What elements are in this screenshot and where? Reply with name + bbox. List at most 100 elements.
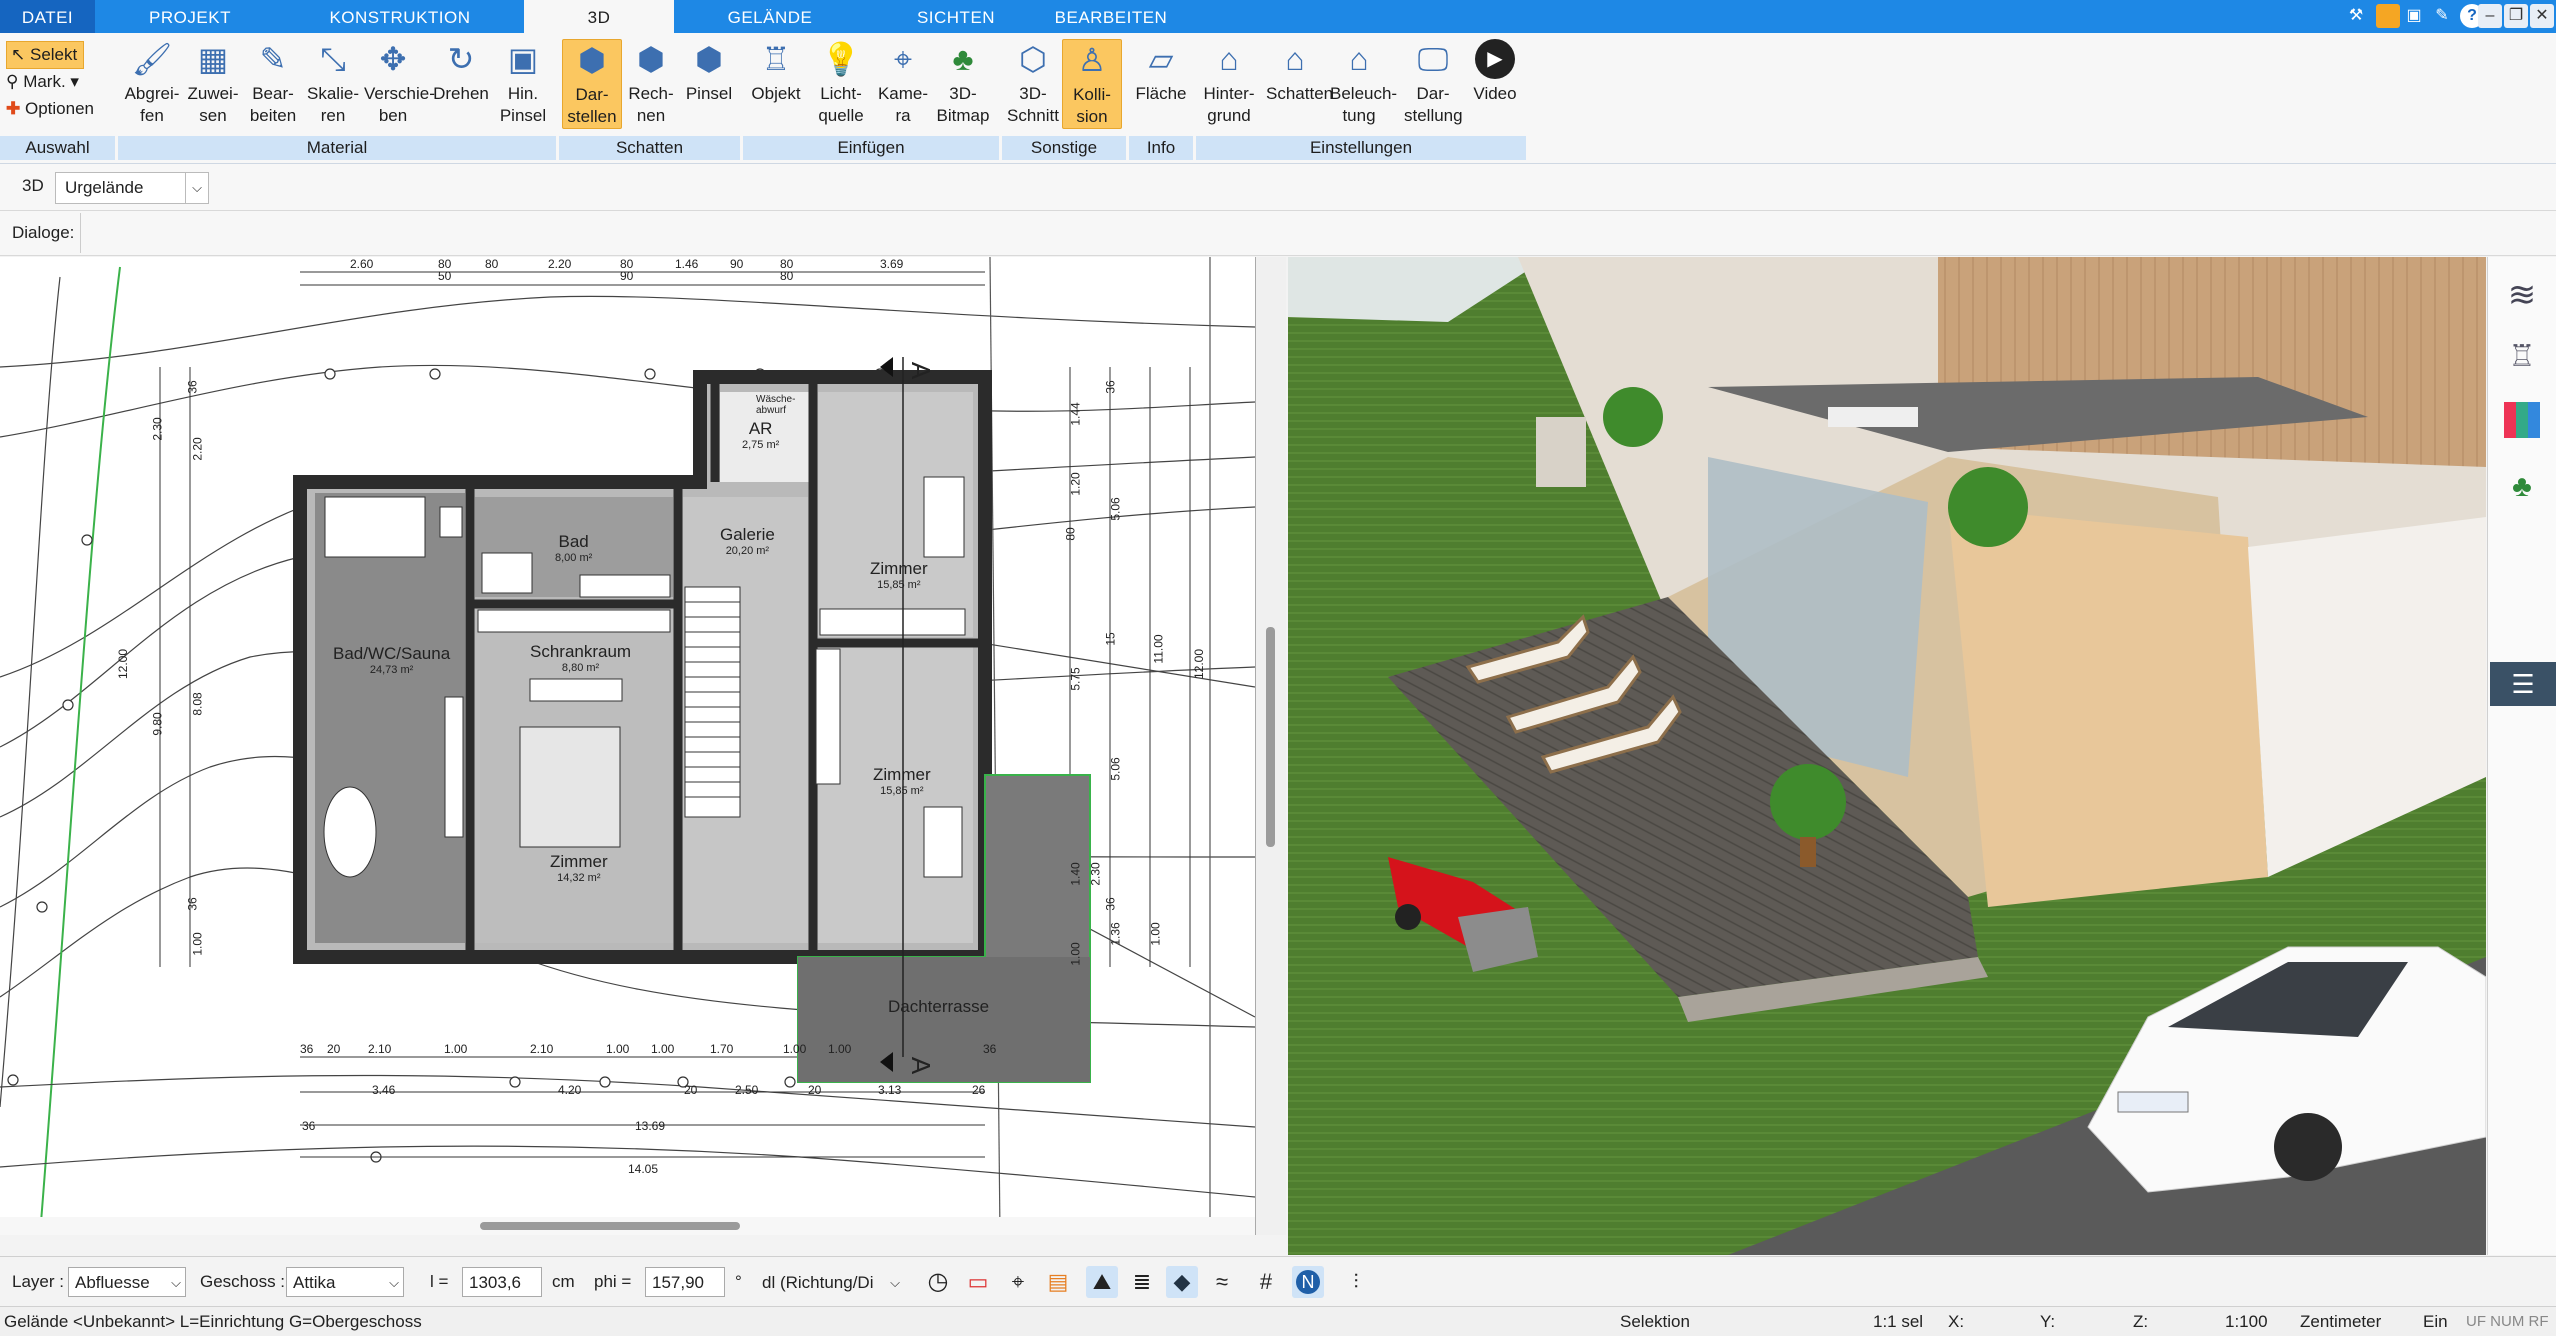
- paint-icon[interactable]: ✎: [2430, 4, 2454, 28]
- dl-select[interactable]: dl (Richtung/Di ⌵: [755, 1267, 905, 1297]
- window-icon[interactable]: ▣: [2402, 4, 2426, 28]
- minimize-icon[interactable]: –: [2478, 4, 2502, 28]
- schatten-pinsel-button[interactable]: ⬢ Pinsel: [680, 39, 738, 105]
- plan-hscroll-thumb[interactable]: [480, 1222, 740, 1230]
- plan-hscrollbar[interactable]: [0, 1217, 1255, 1235]
- person-icon: ♙: [1077, 42, 1107, 78]
- status-y: Y:: [2040, 1312, 2056, 1331]
- dimension-label: 90: [730, 257, 744, 271]
- bearbeiten-button[interactable]: ✎ Bear-beiten: [244, 39, 302, 127]
- layers-icon[interactable]: ≋: [2502, 275, 2542, 315]
- darstellen-button[interactable]: ⬢ Dar-stellen: [562, 39, 622, 129]
- verschieben-button[interactable]: ✥ Verschie-ben: [364, 39, 435, 127]
- room-name: Bad: [558, 532, 589, 551]
- schatten-pinsel-label-1: Pinsel: [685, 84, 733, 103]
- grid-icon[interactable]: #: [1250, 1266, 1282, 1298]
- verschieben-label-1: Verschie-: [364, 84, 435, 103]
- l-label: l =: [430, 1272, 449, 1291]
- screen-icon[interactable]: ▭: [962, 1266, 994, 1298]
- 3d-schnitt-button[interactable]: ⬡ 3D- Schnitt: [1004, 39, 1062, 127]
- status-mode: Selektion: [1620, 1312, 1690, 1331]
- tab-gelaende[interactable]: GELÄNDE: [674, 0, 866, 33]
- geschoss-label: Geschoss :: [200, 1272, 286, 1291]
- plan-vscrollbar[interactable]: [1256, 257, 1286, 1235]
- close-icon[interactable]: ✕: [2530, 4, 2554, 28]
- 3d-bitmap-button[interactable]: ♣ 3D- Bitmap: [934, 39, 992, 127]
- wave-icon[interactable]: ≈: [1206, 1266, 1238, 1298]
- hintergrund-label-1: Hinter-: [1203, 84, 1255, 103]
- info-icon[interactable]: ⫶: [1340, 1266, 1372, 1298]
- video-button[interactable]: ▶ Video: [1466, 39, 1524, 105]
- abgreifen-button[interactable]: 🖌 Abgrei-fen: [123, 39, 181, 127]
- layer-stack-icon[interactable]: ▤: [1042, 1266, 1074, 1298]
- room-label[interactable]: Zimmer 15,85 m²: [870, 559, 928, 591]
- kollision-button[interactable]: ♙ Kolli-sion: [1062, 39, 1122, 129]
- beleuchtung-button[interactable]: ⌂ Beleuch-tung: [1330, 39, 1397, 127]
- layer-select[interactable]: Abfluesse ⌵: [68, 1267, 186, 1297]
- room-label[interactable]: Galerie 20,20 m²: [720, 525, 775, 557]
- kamera-button[interactable]: ⌖ Kame-ra: [874, 39, 932, 127]
- material-palette-icon[interactable]: [2504, 402, 2540, 438]
- room-label[interactable]: Zimmer 14,32 m²: [550, 852, 608, 884]
- status-ein: Ein: [2423, 1312, 2448, 1331]
- schatten-settings-button[interactable]: ⌂ Schatten: [1266, 39, 1334, 105]
- terrain-icon[interactable]: ⛰: [1086, 1266, 1118, 1298]
- stack-icon[interactable]: ≣: [1126, 1266, 1158, 1298]
- chair-icon: ♖: [761, 41, 791, 77]
- room-label[interactable]: Bad/WC/Sauna 24,73 m²: [333, 644, 450, 676]
- restore-icon[interactable]: ❐: [2504, 4, 2528, 28]
- mark-button[interactable]: ⚲ Mark. ▾: [6, 69, 79, 95]
- calc-cube-icon: ⬢: [637, 41, 665, 77]
- room-label[interactable]: Schrankraum 8,80 m²: [530, 642, 631, 674]
- room-name: Zimmer: [873, 765, 931, 784]
- menu-tab-bar: DATEI PROJEKT KONSTRUKTION 3D GELÄNDE SI…: [0, 0, 2556, 34]
- terrain-select[interactable]: Urgelände ⌵: [55, 172, 209, 204]
- folder-icon[interactable]: [2376, 4, 2400, 28]
- rechnen-button[interactable]: ⬢ Rech-nen: [622, 39, 680, 127]
- plan-vscroll-thumb[interactable]: [1266, 627, 1275, 847]
- plane-icon[interactable]: ◆: [1166, 1266, 1198, 1298]
- room-name: Schrankraum: [530, 642, 632, 661]
- geschoss-select[interactable]: Attika ⌵: [286, 1267, 404, 1297]
- tab-3d[interactable]: 3D: [524, 0, 674, 34]
- chair-icon[interactable]: ♖: [2502, 337, 2542, 377]
- room-label[interactable]: Bad 8,00 m²: [555, 532, 592, 564]
- tab-sichten[interactable]: SICHTEN: [866, 0, 1046, 33]
- hintergrund-button[interactable]: ⌂ Hinter-grund: [1200, 39, 1258, 127]
- camera-icon[interactable]: ⌖: [1002, 1266, 1034, 1298]
- flaeche-button[interactable]: ▱ Fläche: [1132, 39, 1190, 105]
- tab-projekt[interactable]: PROJEKT: [95, 0, 285, 33]
- schatten-settings-label-1: Schatten: [1266, 84, 1334, 103]
- dimension-label: 80: [780, 269, 794, 283]
- skalieren-button[interactable]: ⤡ Skalie-ren: [304, 39, 362, 127]
- floor-plan-view[interactable]: A A Wäsche-abwurf Bad 8,00 m² Galerie 20,20…: [0, 257, 1256, 1235]
- lichtquelle-button[interactable]: 💡 Licht-quelle: [812, 39, 870, 127]
- 3d-view[interactable]: [1288, 257, 2486, 1255]
- tab-konstruktion[interactable]: KONSTRUKTION: [285, 0, 515, 33]
- tree-icon[interactable]: ♣: [2502, 467, 2542, 507]
- optionen-button[interactable]: ✚ Optionen: [6, 96, 94, 122]
- selekt-button[interactable]: ↖ Selekt: [6, 41, 85, 69]
- tools-icon[interactable]: ⚒: [2344, 4, 2368, 28]
- menu-toggle-icon[interactable]: ☰: [2490, 662, 2556, 706]
- room-label[interactable]: Dachterrasse: [888, 997, 989, 1017]
- room-label[interactable]: AR 2,75 m²: [742, 419, 779, 451]
- dimension-label: 36: [983, 1042, 997, 1056]
- north-icon[interactable]: N: [1292, 1266, 1324, 1298]
- darstellung-button[interactable]: 🖵 Dar-stellung: [1404, 39, 1463, 127]
- drehen-button[interactable]: ↻ Drehen: [432, 39, 490, 105]
- phi-unit-label: °: [735, 1272, 742, 1291]
- bearbeiten-label-1: Bear-: [252, 84, 294, 103]
- phi-input[interactable]: 157,90: [645, 1267, 725, 1297]
- l-input[interactable]: 1303,6: [462, 1267, 542, 1297]
- tab-bearbeiten[interactable]: BEARBEITEN: [1046, 0, 1176, 33]
- 3d-bitmap-label-2: Bitmap: [936, 106, 990, 125]
- objekt-button[interactable]: ♖ Objekt: [747, 39, 805, 105]
- dimension-label: 15: [1103, 632, 1118, 646]
- clock-icon[interactable]: ◷: [922, 1266, 954, 1298]
- tab-datei[interactable]: DATEI: [0, 0, 95, 33]
- room-area: 2,75 m²: [742, 439, 780, 451]
- room-label[interactable]: Zimmer 15,85 m²: [873, 765, 931, 797]
- hin-pinsel-button[interactable]: ▣ Hin. Pinsel: [494, 39, 552, 127]
- zuweisen-button[interactable]: ▦ Zuwei-sen: [184, 39, 242, 127]
